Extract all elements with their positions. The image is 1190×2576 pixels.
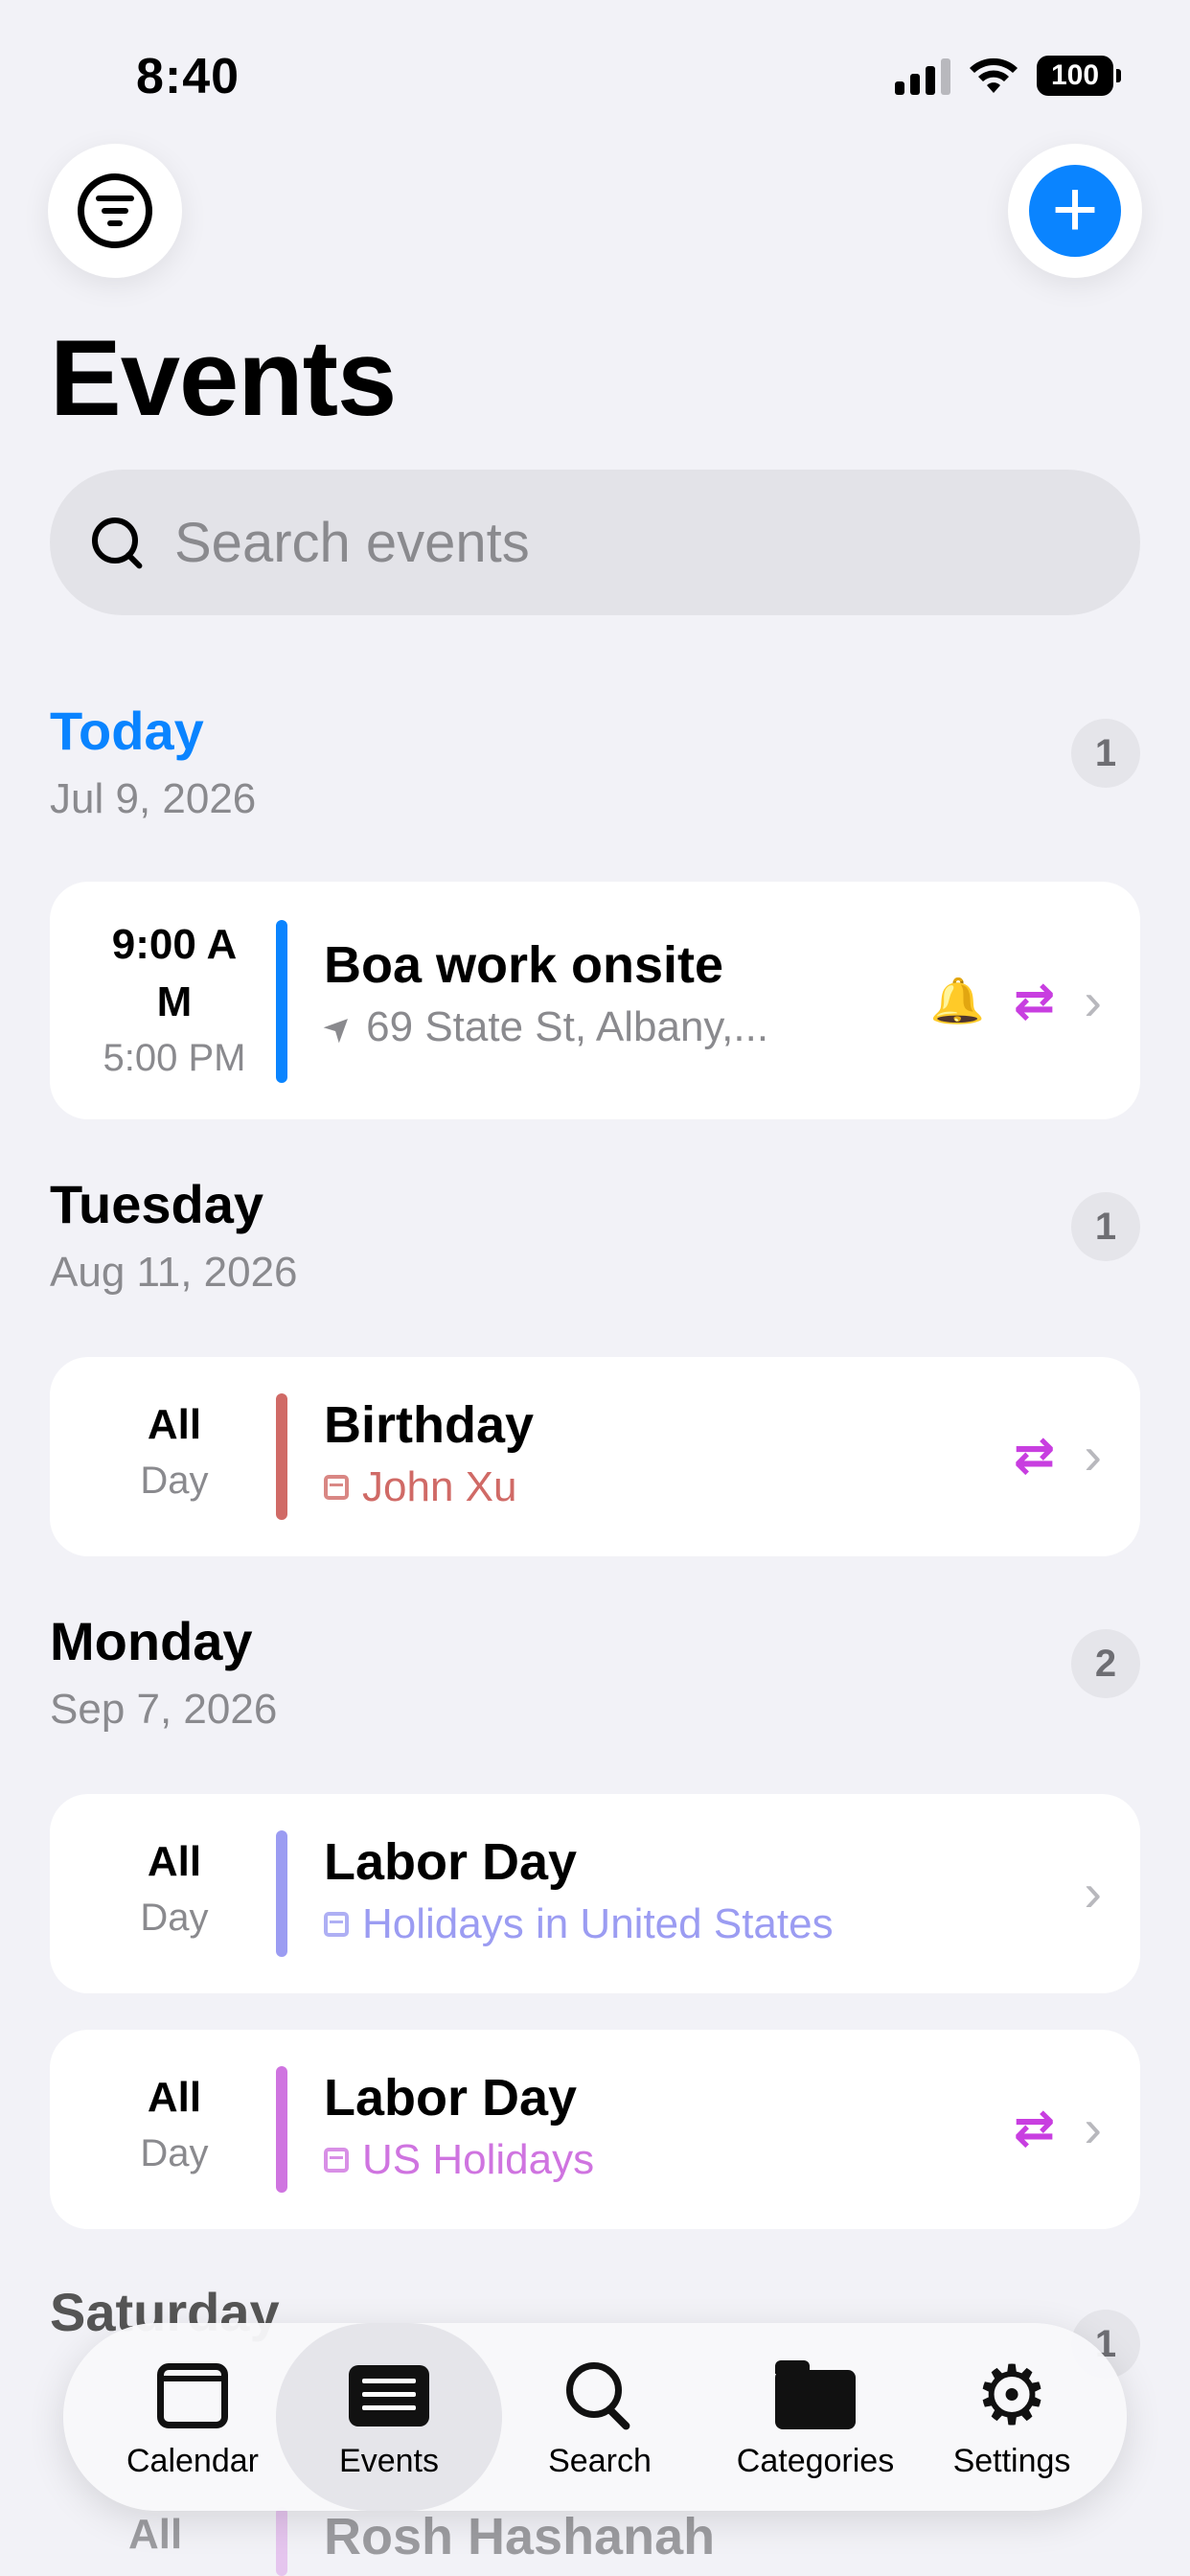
section-date: Sep 7, 2026	[50, 1686, 278, 1733]
bell-icon: 🔔	[929, 976, 985, 1025]
event-body: Labor Day US Holidays	[324, 2064, 594, 2189]
event-time: All Day	[79, 1834, 270, 1945]
search-bar[interactable]	[50, 470, 1140, 615]
search-input[interactable]	[174, 510, 1037, 575]
all-day-sublabel: Day	[140, 1897, 209, 1939]
event-calendar-name: John Xu	[362, 1463, 517, 1510]
repeat-icon: ⇄	[1013, 1427, 1056, 1484]
add-event-button[interactable]: +	[1008, 144, 1142, 278]
calendar-icon	[324, 2148, 349, 2173]
event-title: Rosh Hashanah	[324, 2508, 716, 2565]
section-title: Today	[50, 701, 204, 761]
section-date: Jul 9, 2026	[50, 775, 257, 822]
event-calendar-name: Holidays in United States	[362, 1900, 834, 1947]
event-start-time: 9:00 A M	[111, 921, 238, 1025]
event-color-bar	[276, 920, 287, 1083]
event-count-badge: 2	[1071, 1629, 1140, 1698]
filter-icon	[78, 173, 152, 248]
calendar-icon	[157, 2362, 228, 2428]
event-title: Birthday	[324, 1396, 535, 1454]
tab-events[interactable]: Events	[276, 2323, 502, 2511]
event-card[interactable]: All Day Labor Day US Holidays ⇄ ›	[50, 2030, 1140, 2229]
event-body: Boa work onsite ➤ 69 State St, Albany,..…	[314, 932, 769, 1056]
folder-icon	[775, 2359, 856, 2429]
event-time: All Day	[79, 2070, 270, 2181]
tab-label: Categories	[736, 2442, 895, 2479]
event-card-partial[interactable]: All Rosh Hashanah	[50, 2507, 1140, 2576]
chevron-right-icon: ›	[1084, 1862, 1102, 1922]
section-header-monday: Monday Sep 7, 2026 2	[50, 1610, 1140, 1734]
event-time: 9:00 A M 5:00 PM	[79, 916, 270, 1085]
tab-search[interactable]: Search	[514, 2323, 686, 2511]
section-title: Tuesday	[50, 1174, 264, 1234]
event-location-text: 69 State St, Albany,...	[366, 1003, 769, 1050]
event-indicators: ›	[1084, 1861, 1102, 1923]
section-header-tuesday: Tuesday Aug 11, 2026 1	[50, 1173, 1140, 1297]
event-calendar: Holidays in United States	[324, 1896, 834, 1953]
location-arrow-icon: ➤	[313, 1002, 362, 1051]
search-icon	[566, 2361, 633, 2429]
event-calendar-name: US Holidays	[362, 2136, 595, 2183]
chevron-right-icon: ›	[1084, 971, 1102, 1031]
event-title: Labor Day	[324, 2069, 578, 2127]
event-indicators: 🔔 ⇄ ›	[929, 970, 1102, 1032]
all-day-label: All	[147, 2074, 202, 2121]
event-card[interactable]: All Day Birthday John Xu ⇄ ›	[50, 1357, 1140, 1556]
filter-button[interactable]	[48, 144, 182, 278]
event-card[interactable]: 9:00 A M 5:00 PM Boa work onsite ➤ 69 St…	[50, 882, 1140, 1119]
battery-icon: 100	[1037, 56, 1121, 96]
status-indicators: 100	[895, 56, 1121, 96]
calendar-icon	[324, 1912, 349, 1937]
calendar-icon	[324, 1475, 349, 1500]
tab-label: Events	[339, 2442, 439, 2479]
chevron-right-icon: ›	[1084, 1425, 1102, 1485]
status-bar: 8:40 100	[0, 0, 1190, 153]
event-end-time: 5:00 PM	[103, 1037, 246, 1079]
chevron-right-icon: ›	[1084, 2098, 1102, 2158]
all-day-sublabel: Day	[140, 2132, 209, 2174]
all-day-label: All	[128, 2511, 183, 2558]
tab-categories[interactable]: Categories	[696, 2323, 935, 2511]
event-title: Boa work onsite	[324, 936, 724, 994]
all-day-sublabel: Day	[140, 1460, 209, 1502]
tab-bar: Calendar Events Search Categories ⚙ Sett…	[63, 2323, 1127, 2511]
repeat-icon: ⇄	[1013, 973, 1056, 1029]
section-header-today: Today Jul 9, 2026 1	[50, 700, 1140, 823]
event-calendar: US Holidays	[324, 2131, 594, 2189]
event-color-bar	[276, 1393, 287, 1520]
event-time: All Day	[79, 1397, 270, 1508]
event-body: Birthday John Xu	[324, 1392, 534, 1516]
event-color-bar	[276, 1830, 287, 1957]
tab-label: Calendar	[126, 2442, 259, 2479]
tab-label: Search	[548, 2442, 652, 2479]
plus-icon: +	[1029, 165, 1121, 257]
tab-label: Settings	[952, 2442, 1071, 2479]
all-day-label: All	[147, 1838, 202, 1885]
event-calendar: John Xu	[324, 1459, 534, 1516]
search-icon	[88, 514, 146, 571]
page-title: Events	[50, 318, 397, 438]
tab-settings[interactable]: ⚙ Settings	[926, 2323, 1098, 2511]
event-indicators: ⇄ ›	[1014, 2097, 1102, 2159]
list-icon	[349, 2364, 429, 2426]
event-count-badge: 1	[1071, 719, 1140, 788]
event-body: Labor Day Holidays in United States	[324, 1828, 834, 1953]
status-time: 8:40	[136, 49, 240, 104]
section-date: Aug 11, 2026	[50, 1249, 298, 1296]
repeat-icon: ⇄	[1013, 2100, 1056, 2156]
event-card[interactable]: All Day Labor Day Holidays in United Sta…	[50, 1794, 1140, 1993]
all-day-label: All	[147, 1401, 202, 1448]
event-location: ➤ 69 State St, Albany,...	[314, 999, 769, 1056]
wifi-icon	[970, 58, 1018, 93]
event-indicators: ⇄ ›	[1014, 1424, 1102, 1486]
section-title: Monday	[50, 1611, 253, 1671]
event-title: Labor Day	[324, 1833, 578, 1891]
cellular-signal-icon	[895, 57, 950, 95]
event-color-bar	[276, 2507, 287, 2576]
event-color-bar	[276, 2066, 287, 2193]
gear-icon: ⚙	[974, 2349, 1049, 2442]
event-count-badge: 1	[1071, 1192, 1140, 1261]
tab-calendar[interactable]: Calendar	[102, 2323, 284, 2511]
